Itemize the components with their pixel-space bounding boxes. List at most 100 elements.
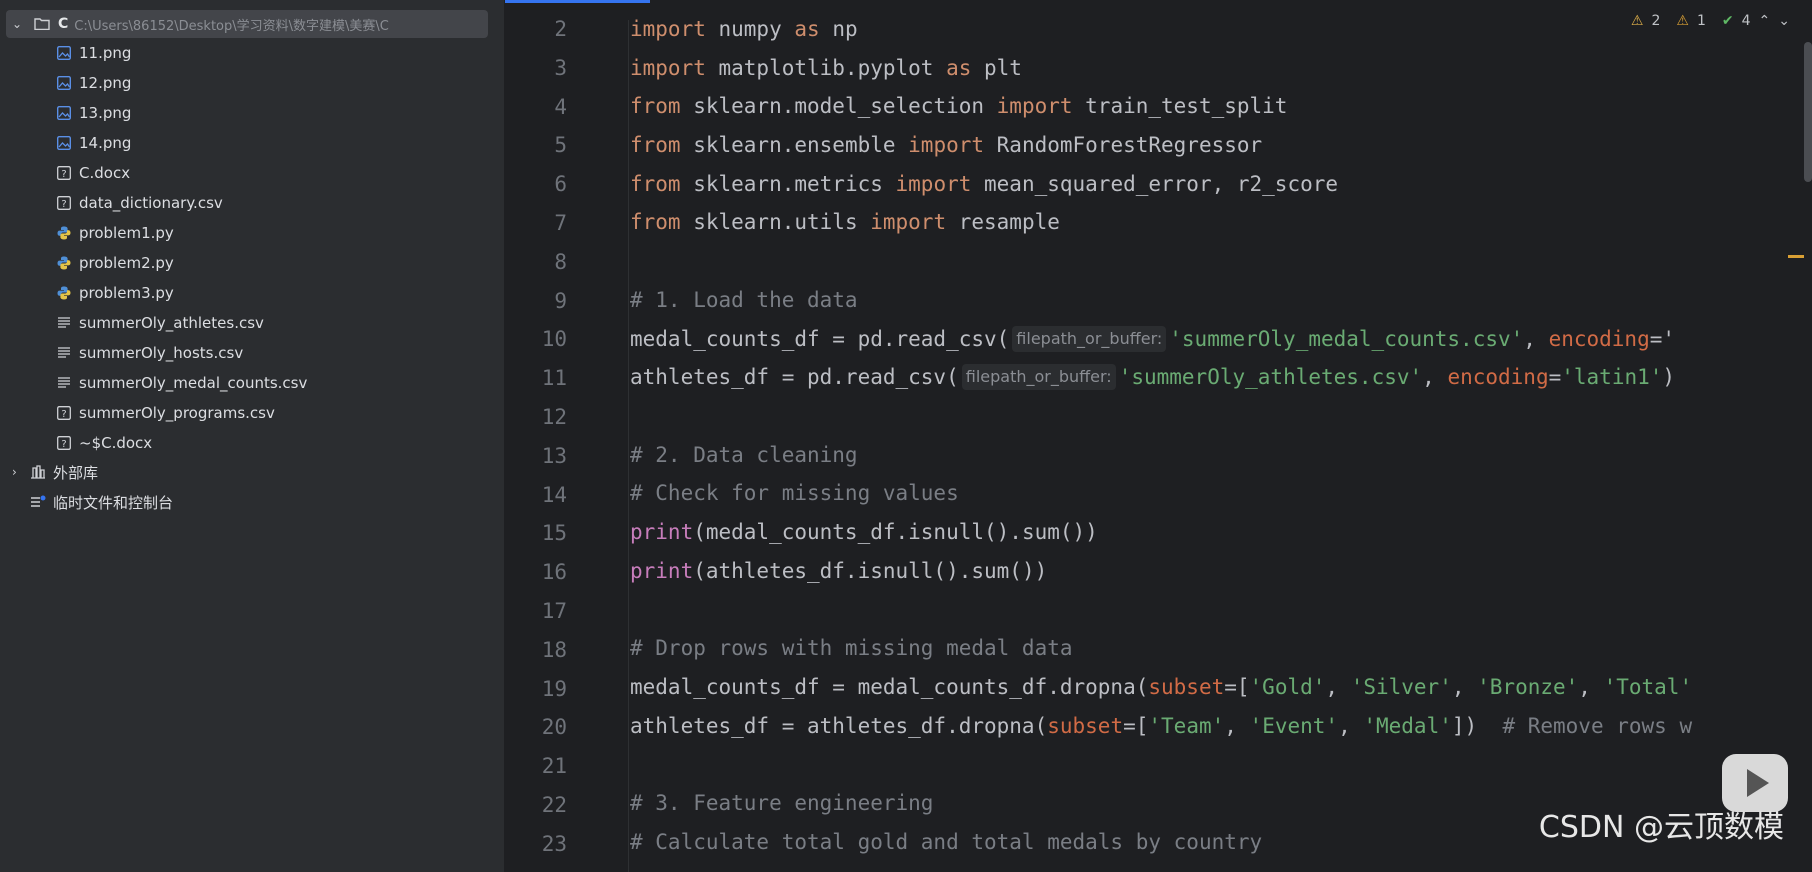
code-string: 'latin1' [1561,365,1663,389]
line-number: 21 [505,747,575,785]
code-editor[interactable]: ⚠ 2 ⚠ 1 ✔ 4 ⌃ ⌄ 2 3 4 5 6 7 8 9 10 11 12 13 14 15 16 17 18 1… [505,0,1812,872]
tree-item-file[interactable]: problem2.py [56,250,174,276]
code-keyword: import [870,210,947,234]
tree-item-scratches[interactable]: 临时文件和控制台 [30,489,173,515]
tree-item-label: ~$C.docx [79,434,153,452]
unknown-file-icon: ? [56,165,72,181]
image-icon [56,45,72,61]
code-text: , [1224,714,1250,738]
tree-item-label: problem2.py [79,254,174,272]
code-text: sklearn.metrics [680,172,896,196]
project-tree-panel: ⌄ C C:\Users\86152\Desktop\学习资料\数字建模\美赛\… [0,0,505,872]
tree-item-external-libraries[interactable]: › 外部库 [12,459,98,485]
tree-item-file[interactable]: problem3.py [56,280,174,306]
code-line[interactable]: from sklearn.model_selection import trai… [505,87,1812,125]
code-text: =[ [1123,714,1149,738]
line-number: 8 [505,243,575,281]
code-keyword: from [630,172,681,196]
code-line[interactable]: athletes_df = athletes_df.dropna(subset=… [505,707,1812,745]
code-line[interactable]: from sklearn.metrics import mean_squared… [505,165,1812,203]
tree-item-file[interactable]: ? ~$C.docx [56,430,152,456]
code-text: train_test_split [1072,94,1288,118]
code-comment: # Remove rows w [1502,714,1693,738]
line-number-text: 8 [554,249,567,274]
code-text: ]) [1451,714,1503,738]
code-comment: # Drop rows with missing medal data [630,636,1073,660]
code-comment: # Check for missing values [630,481,959,505]
code-builtin: print [630,559,694,583]
parameter-hint: filepath_or_buffer: [1012,326,1167,352]
code-comment: # 1. Load the data [630,288,858,312]
tree-item-label: problem1.py [79,224,174,242]
change-marker[interactable] [1788,255,1804,258]
image-icon [56,135,72,151]
text-file-icon [56,315,72,331]
tree-item-label: 临时文件和控制台 [53,493,174,512]
code-keyword: import [630,56,706,80]
code-line[interactable]: # Check for missing values [505,474,1812,512]
tree-item-file[interactable]: summerOly_hosts.csv [56,340,243,366]
text-file-icon [56,375,72,391]
code-string: 'Team' [1148,714,1225,738]
tree-item-label: summerOly_medal_counts.csv [79,374,308,392]
chevron-down-icon[interactable]: ⌄ [12,17,28,31]
project-root-row[interactable]: ⌄ C C:\Users\86152\Desktop\学习资料\数字建模\美赛\… [6,10,488,38]
code-text: ) [1662,365,1676,389]
code-line[interactable]: from sklearn.ensemble import RandomFores… [505,126,1812,164]
code-line[interactable]: print(athletes_df.isnull().sum()) [505,552,1812,590]
chevron-right-icon[interactable]: › [12,465,30,479]
vertical-scrollbar[interactable] [1804,42,1812,182]
image-icon [56,105,72,121]
code-line[interactable]: medal_counts_df = pd.read_csv(filepath_o… [505,320,1812,358]
code-text: sklearn.model_selection [680,94,997,118]
tree-item-file[interactable]: problem1.py [56,220,174,246]
tree-item-file[interactable]: 11.png [56,40,131,66]
tree-item-file[interactable]: ? C.docx [56,160,130,186]
tree-item-label: data_dictionary.csv [79,194,223,212]
tree-item-label: 14.png [79,134,132,152]
code-string: 'Silver' [1350,675,1452,699]
code-kwarg: subset [1047,714,1124,738]
code-kwarg: encoding [1447,365,1549,389]
tree-item-file[interactable]: ? summerOly_programs.csv [56,400,275,426]
watermark: CSDN @云顶数模 [1538,810,1784,845]
code-line[interactable]: from sklearn.utils import resample [505,203,1812,241]
tree-item-file[interactable]: 12.png [56,70,131,96]
code-string: 'Total' [1603,675,1693,699]
code-comment: # 2. Data cleaning [630,443,858,467]
code-string: 'Event' [1249,714,1339,738]
python-icon [56,285,72,301]
code-line[interactable]: # 2. Data cleaning [505,436,1812,474]
code-line[interactable]: print(medal_counts_df.isnull().sum()) [505,513,1812,551]
tree-item-file[interactable]: 14.png [56,130,131,156]
code-line[interactable]: # 1. Load the data [505,281,1812,319]
code-text: medal_counts_df = pd.read_csv( [630,327,1010,351]
tree-item-label: summerOly_athletes.csv [79,314,264,332]
tree-item-file[interactable]: summerOly_athletes.csv [56,310,264,336]
code-line[interactable]: import matplotlib.pyplot as plt [505,49,1812,87]
code-text: matplotlib.pyplot [705,56,947,80]
line-number: 17 [505,592,575,630]
code-line[interactable]: athletes_df = pd.read_csv(filepath_or_bu… [505,358,1812,396]
code-string: 'Gold' [1249,675,1326,699]
line-number: 12 [505,398,575,436]
tree-item-file[interactable]: summerOly_medal_counts.csv [56,370,307,396]
text-file-icon [56,345,72,361]
code-line[interactable]: medal_counts_df = medal_counts_df.dropna… [505,668,1812,706]
code-keyword: from [630,133,681,157]
tree-item-label: C.docx [79,164,131,182]
tree-item-label: summerOly_programs.csv [79,404,275,422]
tree-item-file[interactable]: 13.png [56,100,131,126]
code-keyword: import [908,133,985,157]
code-kwarg: encoding [1548,327,1650,351]
line-number-text: 12 [541,405,567,429]
code-string: 'summerOly_medal_counts.csv' [1169,327,1524,351]
code-keyword: from [630,210,681,234]
code-line[interactable]: import numpy as np [505,10,1812,48]
code-keyword: as [794,17,820,41]
code-comment: # Calculate total gold and total medals … [630,830,1263,854]
code-text: plt [971,56,1022,80]
python-icon [56,225,72,241]
code-line[interactable]: # Drop rows with missing medal data [505,629,1812,667]
tree-item-file[interactable]: ? data_dictionary.csv [56,190,223,216]
